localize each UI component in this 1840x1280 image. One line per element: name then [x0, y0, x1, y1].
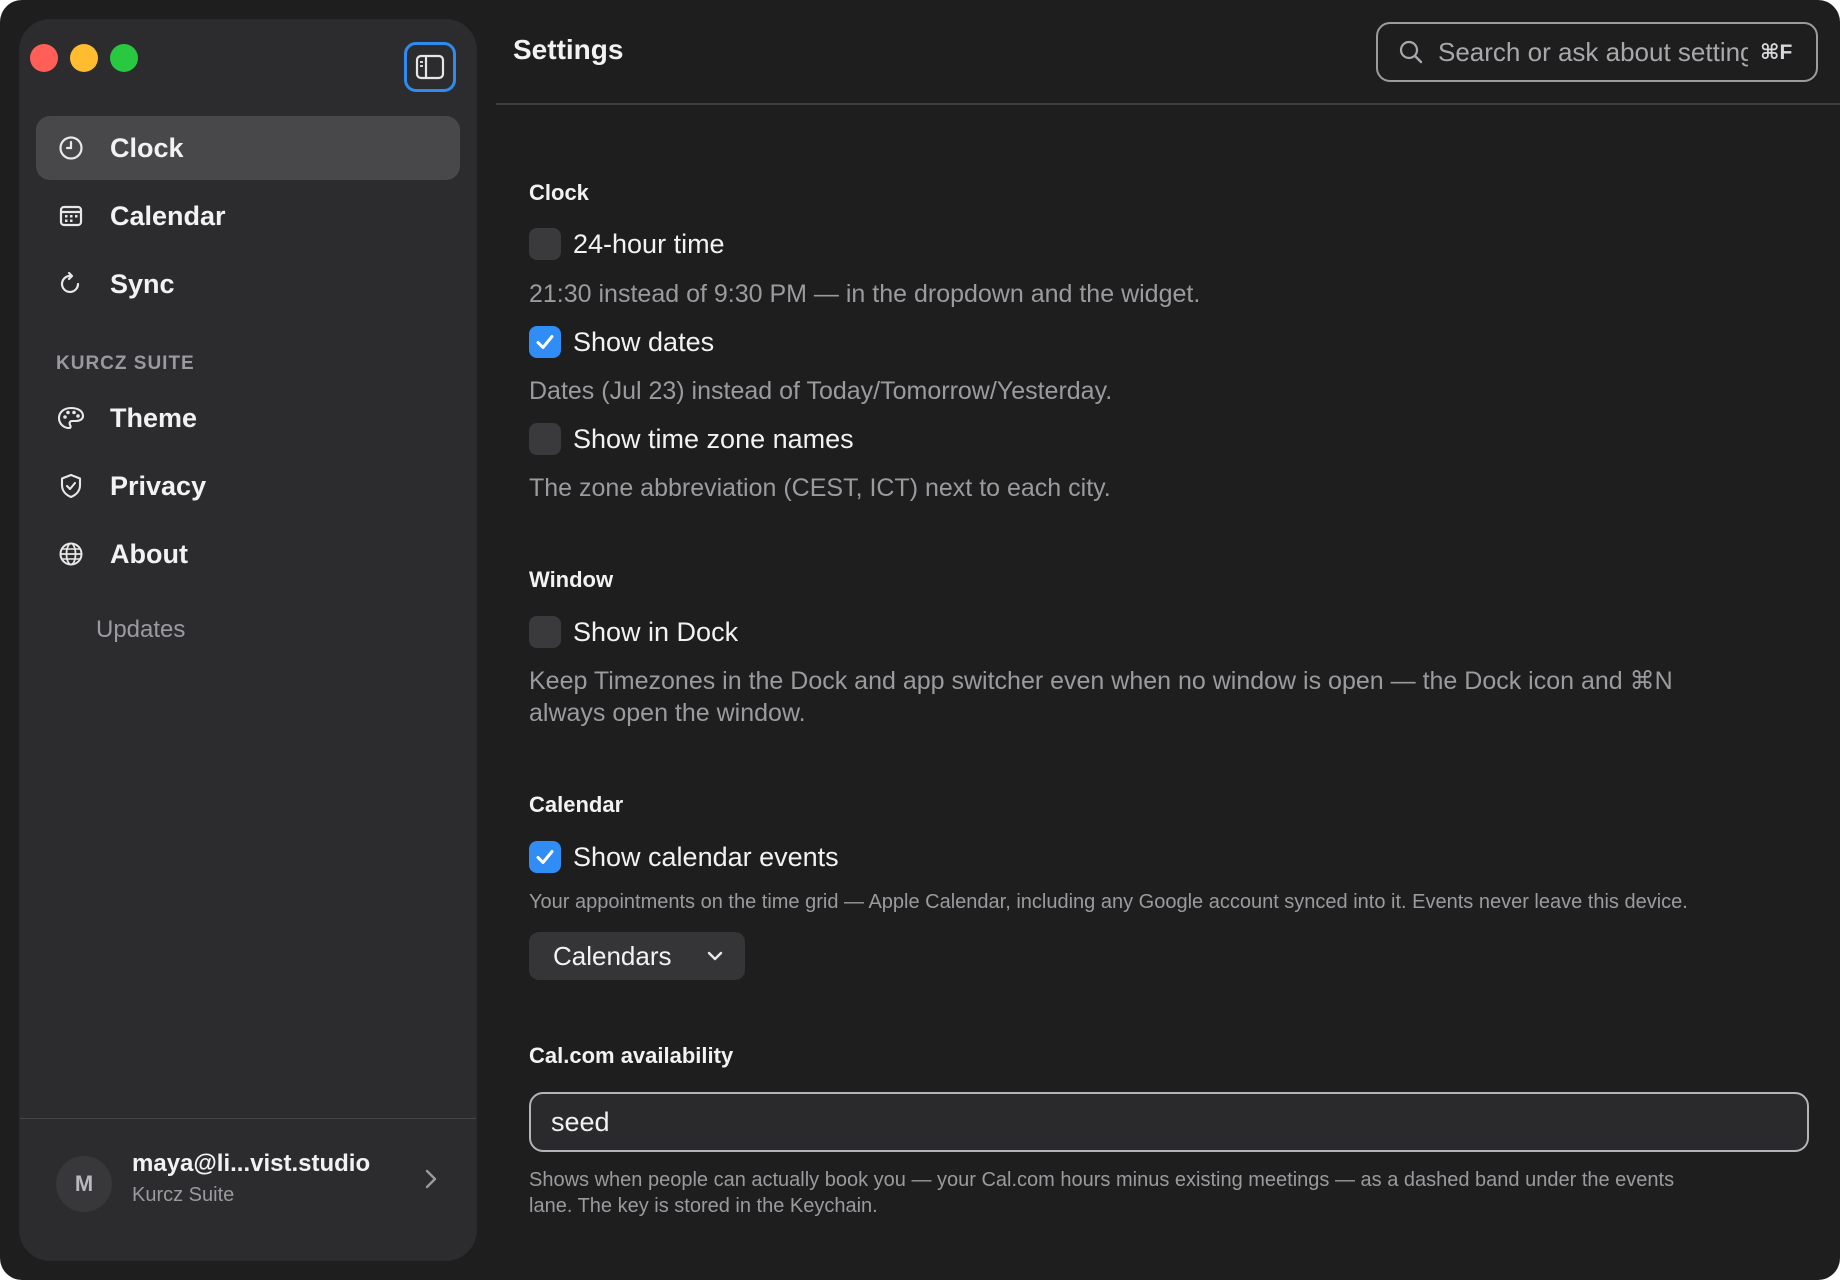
option-description: Your appointments on the time grid — App…	[529, 891, 1688, 913]
checkmark-icon	[536, 850, 554, 864]
calendar-icon	[56, 201, 86, 231]
checkbox-show-calendar-events[interactable]	[529, 841, 561, 873]
settings-search[interactable]: ⌘F	[1376, 22, 1818, 82]
palette-icon	[56, 403, 86, 433]
option-label: 24-hour time	[573, 228, 725, 259]
option-description: Dates (Jul 23) instead of Today/Tomorrow…	[529, 377, 1113, 405]
sidebar-item-calendar[interactable]: Calendar	[36, 184, 460, 248]
header-divider	[496, 103, 1840, 105]
sidebar-item-label: Clock	[110, 132, 184, 163]
account-email: maya@li...vist.studio	[132, 1150, 371, 1177]
option-show-in-dock[interactable]: Show in Dock	[529, 616, 738, 648]
calcom-key-input[interactable]	[549, 1105, 1753, 1139]
option-description: 21:30 instead of 9:30 PM — in the dropdo…	[529, 280, 1201, 308]
sidebar-item-label: Privacy	[110, 470, 207, 501]
sidebar-section-label: KURCZ SUITE	[56, 353, 195, 374]
calendars-dropdown[interactable]: Calendars	[529, 932, 745, 980]
checkbox-24-hour-time[interactable]	[529, 228, 561, 260]
option-label: Show dates	[573, 326, 715, 357]
sidebar-item-label: Sync	[110, 268, 175, 299]
option-description: Keep Timezones in the Dock and app switc…	[529, 667, 1673, 727]
option-show-calendar-events[interactable]: Show calendar events	[529, 841, 839, 873]
sidebar-divider	[20, 1118, 476, 1119]
sidebar-item-label: Calendar	[110, 200, 226, 231]
option-24-hour-time[interactable]: 24-hour time	[529, 228, 725, 260]
option-description: The zone abbreviation (CEST, ICT) next t…	[529, 474, 1111, 502]
option-label: Show calendar events	[573, 841, 839, 872]
section-title-calcom: Cal.com availability	[529, 1043, 734, 1068]
checkbox-show-time-zone-names[interactable]	[529, 423, 561, 455]
section-title-window: Window	[529, 567, 614, 592]
option-show-time-zone-names[interactable]: Show time zone names	[529, 423, 854, 455]
calcom-key-field[interactable]	[529, 1092, 1809, 1152]
chevron-down-icon	[706, 950, 724, 962]
sidebar-item-label: Theme	[110, 402, 198, 433]
close-window-button[interactable]	[30, 44, 58, 72]
chevron-right-icon	[424, 1168, 438, 1195]
shield-check-icon	[56, 471, 86, 501]
section-title-calendar: Calendar	[529, 792, 624, 817]
option-label: Show in Dock	[573, 616, 739, 647]
search-input[interactable]	[1438, 36, 1748, 68]
settings-window: Clock Calendar Sync KURCZ SUITE Theme Pr…	[0, 0, 1840, 1280]
minimize-window-button[interactable]	[70, 44, 98, 72]
globe-icon	[56, 539, 86, 569]
sidebar-toggle-icon	[415, 54, 445, 80]
checkbox-show-in-dock[interactable]	[529, 616, 561, 648]
sidebar-item-privacy[interactable]: Privacy	[36, 454, 460, 518]
account-row[interactable]: M maya@li...vist.studio Kurcz Suite	[20, 1150, 476, 1230]
dropdown-label: Calendars	[553, 940, 672, 971]
account-subtitle: Kurcz Suite	[132, 1184, 235, 1206]
sidebar-item-sync[interactable]: Sync	[36, 252, 460, 316]
sidebar-item-theme[interactable]: Theme	[36, 386, 460, 450]
option-label: Show time zone names	[573, 423, 854, 454]
page-title: Settings	[513, 34, 624, 65]
checkmark-icon	[536, 335, 554, 349]
section-title-clock: Clock	[529, 180, 589, 205]
option-description: Shows when people can actually book you …	[529, 1169, 1675, 1217]
avatar: M	[56, 1156, 112, 1212]
sync-icon	[56, 269, 86, 299]
option-show-dates[interactable]: Show dates	[529, 326, 714, 358]
sidebar-item-label: About	[110, 538, 188, 569]
clock-icon	[56, 133, 86, 163]
sidebar-toggle-button[interactable]	[404, 42, 456, 92]
search-icon	[1398, 39, 1424, 65]
sidebar-item-about[interactable]: About	[36, 522, 460, 586]
checkbox-show-dates[interactable]	[529, 326, 561, 358]
sidebar-subitem-updates[interactable]: Updates	[96, 616, 185, 644]
sidebar-item-clock[interactable]: Clock	[36, 116, 460, 180]
sidebar: Clock Calendar Sync KURCZ SUITE Theme Pr…	[20, 20, 476, 1260]
search-shortcut: ⌘F	[1760, 40, 1793, 64]
zoom-window-button[interactable]	[110, 44, 138, 72]
